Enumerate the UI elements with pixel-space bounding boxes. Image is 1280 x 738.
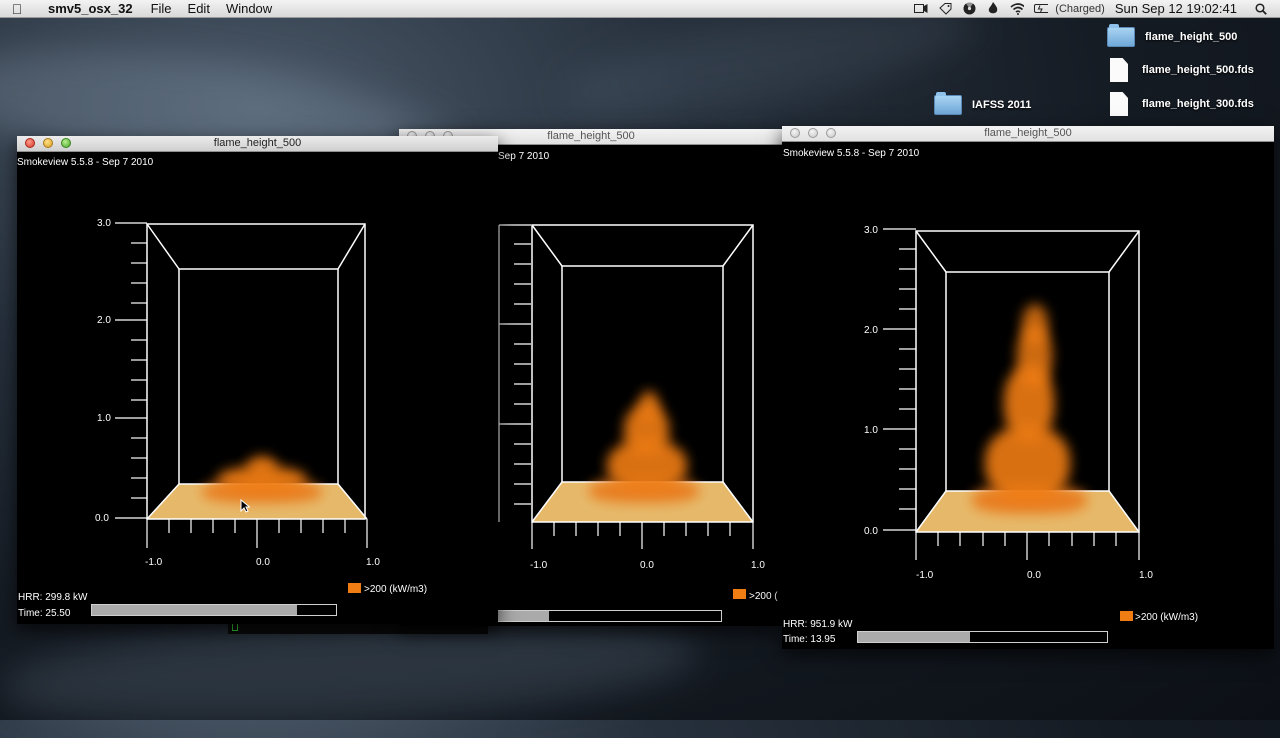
legend-swatch [348, 583, 361, 593]
y-tick-label: 1.0 [864, 425, 878, 436]
time-readout: Time: 13.95 [783, 634, 836, 645]
battery-status: (Charged) [1055, 2, 1105, 15]
terminal-cursor [232, 623, 238, 631]
hrr-readout: HRR: 299.8 kW [18, 592, 88, 603]
x-axis-ticks [915, 532, 1140, 560]
legend-label: >200 (kW/m3) [1135, 612, 1199, 623]
y-tick-label: 0.0 [864, 526, 878, 537]
flame-plume [1022, 304, 1048, 344]
legend-swatch [1120, 611, 1133, 621]
y-tick-label: 2.0 [97, 315, 111, 326]
smokeview-window-1[interactable]: flame_height_500 Smokeview 5.5.8 - Sep 7… [17, 136, 498, 624]
x-tick-label: 1.0 [751, 560, 765, 571]
folder-icon [934, 92, 962, 115]
y-tick-label: 0.0 [95, 513, 109, 524]
menubar-clock[interactable]: Sun Sep 12 19:02:41 [1115, 1, 1237, 16]
x-tick-label: 0.0 [256, 557, 270, 568]
y-tick-label: 1.0 [97, 413, 111, 424]
desktop-item-label: flame_height_300.fds [1142, 98, 1254, 110]
menu-app-name[interactable]: smv5_osx_32 [48, 1, 133, 16]
y-axis-ticks [883, 228, 916, 531]
y-tick-label: 2.0 [864, 325, 878, 336]
desktop-item-iafss-2011-folder[interactable]: IAFSS 2011 [934, 92, 1032, 115]
menubar:  smv5_osx_32 File Edit Window (Charged)… [0, 0, 1280, 18]
flame-plume [639, 391, 659, 421]
x-tick-label: -1.0 [530, 560, 548, 571]
document-icon [1110, 58, 1128, 82]
scene-view[interactable]: 3.0 2.0 1.0 0.0 -1.0 0.0 1.0 [17, 136, 498, 624]
time-bar[interactable] [471, 610, 722, 622]
x-tick-label: 1.0 [366, 557, 380, 568]
apple-menu-icon[interactable]:  [0, 1, 34, 17]
tag-icon[interactable] [938, 2, 952, 15]
screen-recorder-icon[interactable] [914, 3, 928, 15]
x-axis-ticks [146, 519, 368, 548]
time-bar-fill [92, 605, 297, 615]
folder-icon [1107, 24, 1135, 47]
radiation-icon[interactable] [962, 2, 976, 15]
x-tick-label: 1.0 [1139, 570, 1153, 581]
x-axis-ticks [531, 522, 754, 549]
menu-edit[interactable]: Edit [188, 1, 210, 16]
menu-window[interactable]: Window [226, 1, 272, 16]
desktop-item-label: IAFSS 2011 [972, 99, 1032, 111]
x-tick-label: -1.0 [916, 570, 934, 581]
x-tick-label: -1.0 [145, 557, 163, 568]
desktop-item-flame-height-500-folder[interactable]: flame_height_500 [1107, 24, 1238, 47]
hrr-readout: HRR: 951.9 kW [783, 619, 853, 630]
legend-label: >200 ( [749, 591, 778, 602]
battery-icon[interactable] [1034, 3, 1049, 15]
document-icon [1110, 92, 1128, 116]
desktop-item-flame-height-500-fds[interactable]: flame_height_500.fds [1106, 58, 1254, 82]
legend-label: >200 (kW/m3) [364, 584, 428, 595]
desktop-item-label: flame_height_500 [1145, 31, 1238, 43]
wifi-icon[interactable] [1010, 2, 1025, 15]
x-tick-label: 0.0 [640, 560, 654, 571]
y-axis-ticks [498, 224, 531, 522]
desktop-item-flame-height-300-fds[interactable]: flame_height_300.fds [1106, 92, 1254, 116]
time-readout: Time: 25.50 [18, 608, 71, 619]
flame-plume [247, 456, 277, 478]
smokeview-window-3[interactable]: flame_height_500 Smokeview 5.5.8 - Sep 7… [782, 126, 1274, 649]
time-bar-fill [858, 632, 971, 642]
menu-file[interactable]: File [151, 1, 172, 16]
time-bar[interactable] [91, 604, 337, 616]
flame-icon[interactable] [986, 2, 1000, 15]
time-bar[interactable] [857, 631, 1108, 643]
desktop-item-label: flame_height_500.fds [1142, 64, 1254, 76]
x-tick-label: 0.0 [1027, 570, 1041, 581]
legend-swatch [733, 589, 746, 599]
y-axis-ticks [115, 222, 147, 519]
spotlight-search-icon[interactable] [1254, 2, 1268, 15]
mouse-cursor-icon [240, 499, 250, 513]
y-tick-label: 3.0 [864, 225, 878, 236]
y-tick-label: 3.0 [97, 218, 111, 229]
